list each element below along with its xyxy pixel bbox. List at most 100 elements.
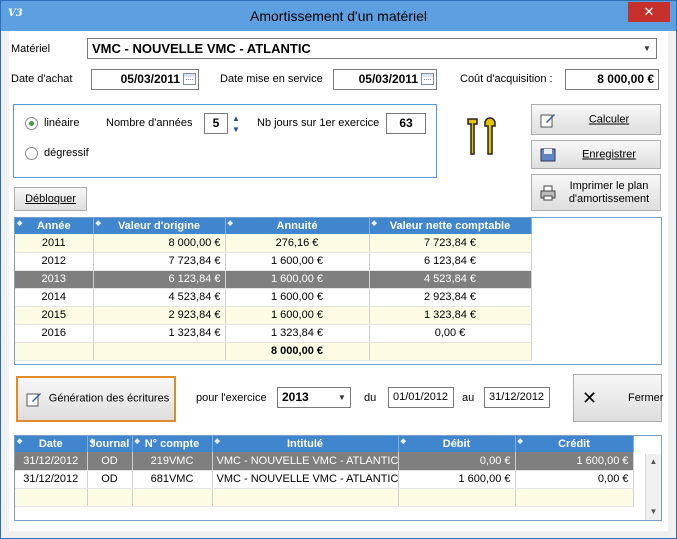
scroll-up-icon[interactable]: ▲ bbox=[646, 454, 661, 470]
column-header[interactable]: ◆ Valeur d'origine bbox=[93, 218, 226, 234]
column-header[interactable]: ◆ Crédit bbox=[515, 436, 634, 452]
column-header[interactable]: ◆ Date bbox=[15, 436, 88, 452]
column-header[interactable]: ◆ N° compte bbox=[132, 436, 213, 452]
degressif-radio[interactable] bbox=[25, 147, 38, 160]
table-cell: 4 523,84 € bbox=[369, 270, 532, 289]
calculer-label: Calculer bbox=[588, 113, 630, 125]
du-label: du bbox=[364, 392, 377, 404]
generation-ecritures-button[interactable]: Génération des écritures bbox=[16, 376, 176, 422]
close-window-button[interactable]: ✕ bbox=[628, 2, 670, 22]
fermer-button[interactable]: ✕ Fermer bbox=[573, 374, 663, 422]
sort-icon[interactable]: ◆ bbox=[372, 219, 377, 227]
sort-icon[interactable]: ◆ bbox=[518, 437, 523, 445]
calendar-icon[interactable] bbox=[421, 73, 434, 85]
column-header-label: Année bbox=[36, 220, 71, 232]
column-header[interactable]: ◆ Valeur nette comptable bbox=[369, 218, 532, 234]
table-cell: 681VMC bbox=[132, 470, 213, 489]
column-header[interactable]: ◆ Annuité bbox=[225, 218, 370, 234]
column-header-label: Intitulé bbox=[286, 438, 324, 450]
table-row[interactable]: 2016 1 323,84 €1 323,84 €0,00 € bbox=[15, 324, 532, 343]
sort-icon[interactable]: ◆ bbox=[228, 219, 233, 227]
sort-icon[interactable]: ◆ bbox=[90, 437, 95, 445]
table-row[interactable]: 2012 7 723,84 €1 600,00 €6 123,84 € bbox=[15, 252, 532, 271]
debloquer-button[interactable]: Débloquer bbox=[14, 187, 87, 211]
table-row[interactable]: 31/12/2012 OD 219VMC VMC - NOUVELLE VMC - A… bbox=[15, 452, 634, 471]
table-cell: VMC - NOUVELLE VMC - ATLANTIC bbox=[212, 452, 399, 471]
lineaire-radio[interactable] bbox=[25, 117, 38, 130]
sort-icon[interactable]: ◆ bbox=[17, 219, 22, 227]
form-content: Matériel VMC - NOUVELLE VMC - ATLANTIC ▼… bbox=[9, 31, 668, 531]
table-cell: 1 600,00 € bbox=[225, 252, 370, 271]
table-row[interactable]: 2013 6 123,84 €1 600,00 €4 523,84 € bbox=[15, 270, 532, 289]
plan-table-header: ◆ Année ◆ Valeur d'origine ◆ Annuité ◆ Valeur n… bbox=[15, 218, 532, 234]
table-cell: OD bbox=[87, 470, 133, 489]
empty-row bbox=[15, 488, 634, 507]
imprimer-button[interactable]: Imprimer le plan d'amortissement bbox=[531, 174, 661, 211]
au-label: au bbox=[462, 392, 475, 404]
enregistrer-button[interactable]: Enregistrer bbox=[531, 140, 661, 169]
column-header-label: Débit bbox=[442, 438, 471, 450]
jours-input[interactable]: 63 bbox=[386, 113, 426, 134]
ecritures-scrollbar[interactable]: ▲ ▼ bbox=[645, 454, 661, 520]
app-window: V3 Amortissement d'un matériel ✕ Matérie… bbox=[0, 0, 677, 539]
table-row[interactable]: 2011 8 000,00 €276,16 €7 723,84 € bbox=[15, 234, 532, 253]
table-cell: 2 923,84 € bbox=[369, 288, 532, 307]
stepper-down-icon[interactable]: ▼ bbox=[230, 124, 242, 135]
stepper-up-icon[interactable]: ▲ bbox=[230, 113, 242, 124]
table-cell: 6 123,84 € bbox=[93, 270, 226, 289]
table-cell: 2 923,84 € bbox=[93, 306, 226, 325]
table-cell: 1 600,00 € bbox=[225, 270, 370, 289]
sort-icon[interactable]: ◆ bbox=[17, 437, 22, 445]
exercice-label: pour l'exercice bbox=[196, 392, 267, 404]
table-cell: 0,00 € bbox=[515, 470, 634, 489]
table-cell bbox=[515, 488, 634, 507]
sort-icon[interactable]: ◆ bbox=[135, 437, 140, 445]
column-header-label: Valeur d'origine bbox=[117, 220, 201, 232]
table-row[interactable]: 2014 4 523,84 €1 600,00 €2 923,84 € bbox=[15, 288, 532, 307]
table-cell: 1 600,00 € bbox=[515, 452, 634, 471]
table-cell: 219VMC bbox=[132, 452, 213, 471]
calendar-icon[interactable] bbox=[183, 73, 196, 85]
table-cell: 1 323,84 € bbox=[225, 324, 370, 343]
amortissement-options: linéaire dégressif Nombre d'années 5 ▲ ▼… bbox=[13, 104, 437, 178]
annees-value: 5 bbox=[212, 116, 220, 130]
table-cell bbox=[87, 488, 133, 507]
scroll-down-icon[interactable]: ▼ bbox=[646, 504, 661, 520]
annees-input[interactable]: 5 bbox=[204, 113, 228, 134]
du-date-field[interactable]: 01/01/2012 bbox=[388, 387, 454, 408]
total-annuite: 8 000,00 € bbox=[225, 342, 370, 361]
chevron-down-icon[interactable]: ▼ bbox=[640, 44, 654, 53]
table-cell: 2015 bbox=[15, 306, 94, 325]
ecritures-table-body: 31/12/2012 OD 219VMC VMC - NOUVELLE VMC - A… bbox=[15, 452, 634, 507]
table-cell bbox=[369, 342, 532, 361]
table-cell: 1 600,00 € bbox=[398, 470, 516, 489]
ecritures-table[interactable]: ◆ Date ◆ Journal ◆ N° compte ◆ Intitulé ◆ Débit ◆ C… bbox=[14, 435, 662, 521]
annees-stepper[interactable]: ▲ ▼ bbox=[230, 113, 242, 135]
chevron-down-icon[interactable]: ▼ bbox=[335, 393, 349, 402]
column-header[interactable]: ◆ Année bbox=[15, 218, 94, 234]
column-header[interactable]: ◆ Débit bbox=[398, 436, 516, 452]
column-chooser-icon[interactable] bbox=[647, 438, 657, 450]
table-cell: 7 723,84 € bbox=[93, 252, 226, 271]
plan-amortissement-table[interactable]: ◆ Année ◆ Valeur d'origine ◆ Annuité ◆ Valeur n… bbox=[14, 217, 662, 365]
table-cell: 2013 bbox=[15, 270, 94, 289]
close-icon: ✕ bbox=[582, 388, 598, 408]
sort-icon[interactable]: ◆ bbox=[215, 437, 220, 445]
materiel-value: VMC - NOUVELLE VMC - ATLANTIC bbox=[92, 41, 311, 56]
table-row[interactable]: 31/12/2012 OD 681VMC VMC - NOUVELLE VMC - A… bbox=[15, 470, 634, 489]
cout-field[interactable]: 8 000,00 € bbox=[565, 69, 659, 90]
materiel-select[interactable]: VMC - NOUVELLE VMC - ATLANTIC ▼ bbox=[87, 38, 657, 59]
au-date-field[interactable]: 31/12/2012 bbox=[484, 387, 550, 408]
du-date-value: 01/01/2012 bbox=[393, 391, 449, 403]
column-header[interactable]: ◆ Journal bbox=[87, 436, 133, 452]
title-bar[interactable]: V3 Amortissement d'un matériel ✕ bbox=[1, 1, 676, 31]
sort-icon[interactable]: ◆ bbox=[401, 437, 406, 445]
debloquer-label: Débloquer bbox=[25, 193, 76, 205]
sort-icon[interactable]: ◆ bbox=[96, 219, 101, 227]
calculer-button[interactable]: Calculer bbox=[531, 104, 661, 135]
exercice-select[interactable]: 2013 ▼ bbox=[277, 387, 351, 408]
printer-icon bbox=[540, 185, 556, 200]
column-header[interactable]: ◆ Intitulé bbox=[212, 436, 399, 452]
table-row[interactable]: 2015 2 923,84 €1 600,00 €1 323,84 € bbox=[15, 306, 532, 325]
column-chooser-icon[interactable] bbox=[647, 220, 657, 232]
